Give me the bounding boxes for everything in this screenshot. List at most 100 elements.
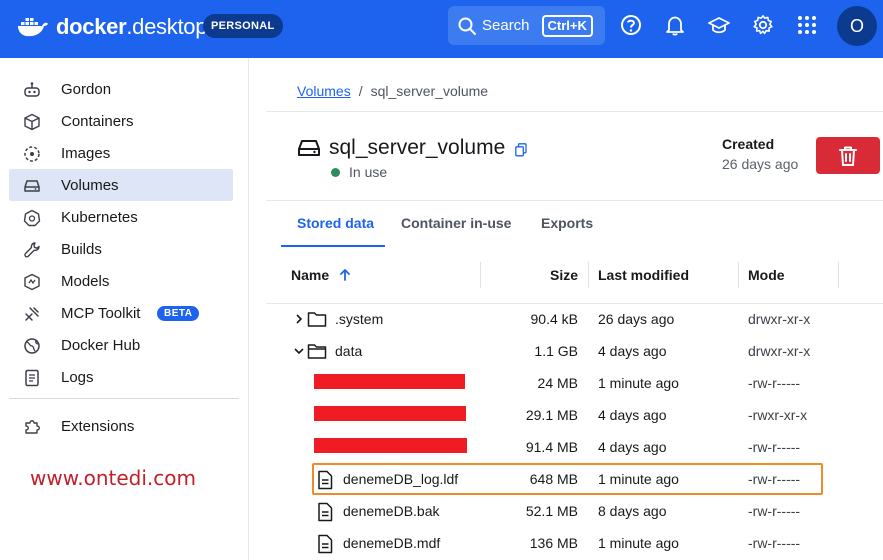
sidebar-item-label: Logs [61, 369, 94, 386]
delete-volume-button[interactable] [816, 137, 880, 174]
log-icon [25, 369, 39, 387]
volume-drive-icon [298, 140, 320, 156]
image-icon [24, 146, 40, 162]
sidebar-item-label: Builds [61, 241, 102, 258]
tab-container-in-use[interactable]: Container in-use [401, 215, 511, 231]
status-text: In use [349, 164, 388, 180]
redaction-bar [314, 406, 466, 421]
redaction-bar [314, 438, 467, 453]
column-separator[interactable] [838, 262, 839, 288]
sidebar-item-extensions[interactable]: Extensions [9, 410, 233, 442]
search-button[interactable]: Search Ctrl+K [448, 6, 605, 45]
watermark-text: www.ontedi.com [30, 466, 196, 490]
sidebar-item-label: Volumes [61, 177, 119, 194]
help-icon[interactable] [620, 14, 642, 36]
file-mode: -rw-r----- [748, 503, 801, 519]
docker-whale-icon [18, 18, 48, 37]
file-size: 1.1 GB [534, 343, 578, 359]
file-size: 91.4 MB [525, 439, 578, 455]
table-row[interactable]: 91.4 MB 4 days ago -rw-r----- [266, 431, 883, 463]
docker-desktop-window: docker.desktop PERSONAL Search Ctrl+K O … [0, 0, 883, 560]
column-header-mode[interactable]: Mode [748, 267, 785, 283]
file-modified: 4 days ago [598, 407, 667, 423]
sidebar-item-containers[interactable]: Containers [9, 105, 233, 137]
sidebar-item-mcp-toolkit[interactable]: MCP Toolkit BETA [9, 297, 233, 329]
sidebar-item-label: Models [61, 273, 110, 290]
brand-name: docker.desktop [56, 14, 208, 39]
folder-open-icon [307, 344, 327, 359]
breadcrumb-divider [266, 111, 883, 112]
sidebar-item-docker-hub[interactable]: Docker Hub [9, 329, 233, 361]
file-name: denemeDB.mdf [343, 535, 441, 551]
sidebar-item-label: Images [61, 145, 111, 162]
file-mode: -rw-r----- [748, 375, 801, 391]
file-modified: 26 days ago [598, 311, 675, 327]
toolkit-icon [25, 307, 39, 321]
chevron-right-icon[interactable] [294, 314, 304, 324]
trash-icon [839, 146, 857, 166]
sidebar-item-gordon[interactable]: Gordon [9, 73, 233, 105]
column-separator[interactable] [588, 262, 589, 288]
file-size: 90.4 kB [530, 311, 578, 327]
file-mode: -rwxr-xr-x [748, 407, 808, 423]
table-row[interactable]: denemeDB.mdf 136 MB 1 minute ago -rw-r--… [266, 527, 883, 559]
top-bar: docker.desktop PERSONAL Search Ctrl+K O [0, 0, 883, 58]
column-header-name[interactable]: Name [291, 267, 350, 283]
tab-exports[interactable]: Exports [541, 215, 593, 231]
file-mode: -rw-r----- [748, 439, 801, 455]
apps-grid-icon[interactable] [796, 14, 818, 36]
file-name: denemeDB.bak [343, 503, 440, 519]
table-row[interactable]: denemeDB.bak 52.1 MB 8 days ago -rw-r---… [266, 495, 883, 527]
helm-wheel-icon [23, 209, 41, 227]
breadcrumb-volumes-link[interactable]: Volumes [297, 83, 351, 99]
folder-icon [307, 312, 327, 327]
sidebar-item-builds[interactable]: Builds [9, 233, 233, 265]
table-row[interactable]: 24 MB 1 minute ago -rw-r----- [266, 367, 883, 399]
sidebar-item-images[interactable]: Images [9, 137, 233, 169]
column-separator[interactable] [480, 262, 481, 288]
column-separator[interactable] [738, 262, 739, 288]
puzzle-icon [25, 420, 40, 434]
learning-cap-icon[interactable] [708, 14, 730, 36]
file-size: 29.1 MB [525, 407, 578, 423]
table-row[interactable]: 29.1 MB 4 days ago -rwxr-xr-x [266, 399, 883, 431]
file-modified: 4 days ago [598, 439, 667, 455]
file-modified: 1 minute ago [598, 535, 679, 551]
sidebar-divider [9, 398, 239, 399]
tabs-divider [266, 200, 883, 201]
column-header-modified[interactable]: Last modified [598, 267, 689, 283]
copy-icon[interactable] [515, 143, 527, 157]
file-icon [318, 502, 333, 522]
file-size: 24 MB [537, 375, 578, 391]
search-icon [458, 17, 476, 35]
file-mode: drwxr-xr-x [748, 343, 811, 359]
docker-logo[interactable]: docker.desktop [16, 13, 207, 41]
file-name: .system [335, 311, 384, 327]
sidebar-item-volumes[interactable]: Volumes [9, 169, 233, 201]
file-mode: -rw-r----- [748, 535, 801, 551]
sidebar-item-label: Containers [61, 113, 134, 130]
user-avatar[interactable]: O [837, 6, 877, 46]
highlight-frame [312, 463, 823, 495]
plan-badge: PERSONAL [203, 14, 283, 38]
sidebar-item-logs[interactable]: Logs [9, 361, 233, 393]
breadcrumb-current: sql_server_volume [370, 83, 489, 99]
chevron-down-icon[interactable] [294, 346, 304, 356]
cube-icon [24, 113, 40, 131]
column-header-size[interactable]: Size [550, 267, 578, 283]
sidebar-item-label: Docker Hub [61, 337, 141, 354]
gear-icon[interactable] [752, 14, 774, 36]
sidebar-item-models[interactable]: Models [9, 265, 233, 297]
file-name: data [335, 343, 363, 359]
search-label: Search [482, 17, 530, 34]
table-row[interactable]: .system 90.4 kB 26 days ago drwxr-xr-x [266, 303, 883, 335]
tab-stored-data[interactable]: Stored data [297, 215, 374, 231]
wrench-icon [24, 242, 40, 258]
beta-badge: BETA [157, 306, 200, 321]
table-row[interactable]: data 1.1 GB 4 days ago drwxr-xr-x [266, 335, 883, 367]
sidebar-item-label: Kubernetes [61, 209, 138, 226]
file-mode: drwxr-xr-x [748, 311, 811, 327]
bell-icon[interactable] [664, 14, 686, 36]
sidebar-item-kubernetes[interactable]: Kubernetes [9, 201, 233, 233]
sort-ascending-icon[interactable] [338, 268, 352, 282]
